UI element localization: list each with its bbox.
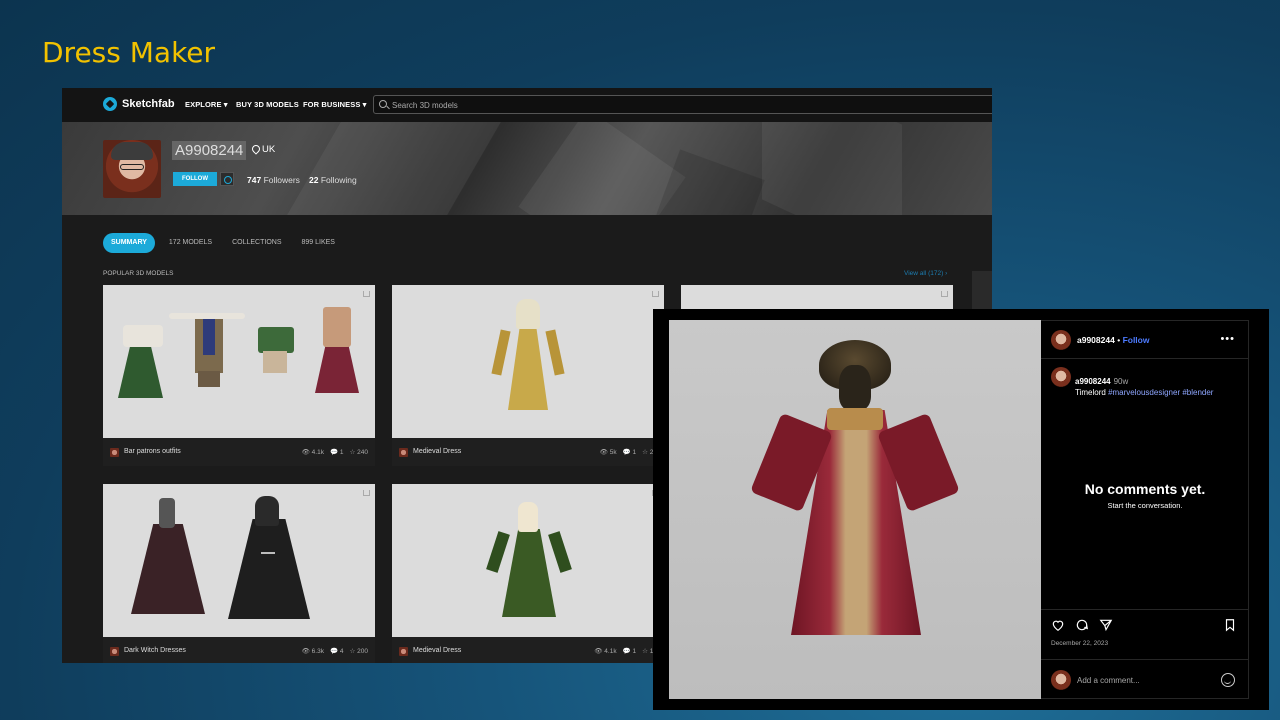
partial-sidebar-card	[972, 271, 992, 311]
model-stats: 👁 6.3k 💬 4 ☆ 200	[302, 647, 368, 655]
model-thumbnail[interactable]	[392, 484, 664, 637]
model-thumbnail[interactable]	[392, 285, 664, 438]
followers-count[interactable]: 747 Followers	[247, 175, 300, 185]
profile-location: UK	[252, 144, 275, 155]
author-avatar	[399, 448, 408, 457]
caption-username[interactable]: a9908244	[1075, 377, 1111, 386]
download-icon[interactable]	[363, 291, 370, 297]
model-card[interactable]: Medieval Dress 👁 5k 💬 1 ☆ 22	[392, 285, 664, 466]
more-options-icon[interactable]: •••	[1220, 333, 1235, 345]
model-card[interactable]: Dark Witch Dresses 👁 6.3k 💬 4 ☆ 200	[103, 484, 375, 663]
profile-banner	[62, 122, 992, 215]
location-pin-icon	[252, 145, 259, 154]
collar	[827, 408, 883, 430]
share-icon[interactable]	[1099, 618, 1113, 632]
slide-title: Dress Maker	[42, 36, 216, 69]
model-stats: 👁 4.1k 💬 1 ☆ 18	[594, 647, 657, 655]
comments-count: 💬 1	[622, 449, 637, 456]
views-count: 👁 6.3k	[301, 648, 324, 655]
add-comment-bar	[1041, 659, 1249, 700]
sketchfab-logo-text: Sketchfab	[122, 98, 175, 110]
tab-summary[interactable]: SUMMARY	[103, 233, 155, 253]
user-avatar[interactable]	[1051, 330, 1071, 350]
caption-text: Timelord	[1075, 388, 1106, 397]
comment-input[interactable]	[1077, 673, 1207, 687]
post-image[interactable]	[669, 320, 1041, 699]
model-name[interactable]: Bar patrons outfits	[124, 448, 181, 455]
no-comments-title: No comments yet.	[1084, 481, 1206, 497]
commenter-avatar	[1051, 670, 1071, 690]
helmet	[839, 365, 871, 410]
model-card[interactable]: Bar patrons outfits 👁 4.1k 💬 1 ☆ 240	[103, 285, 375, 466]
views-count: 👁 5k	[599, 449, 617, 456]
sketchfab-logo-icon	[103, 97, 117, 111]
model-name[interactable]: Medieval Dress	[413, 448, 461, 455]
profile-username: A9908244	[172, 141, 247, 160]
download-icon[interactable]	[363, 490, 370, 496]
sketchfab-navbar: Sketchfab EXPLORE ▾ BUY 3D MODELS FOR BU…	[62, 88, 992, 122]
post-side-panel: a9908244 • Follow ••• a9908244 90w Timelo…	[1041, 320, 1249, 699]
views-count: 👁 4.1k	[594, 648, 617, 655]
post-actions: December 22, 2023	[1041, 609, 1249, 659]
nav-buy-3d-models[interactable]: BUY 3D MODELS	[236, 100, 299, 109]
model-card[interactable]: Medieval Dress 👁 4.1k 💬 1 ☆ 18	[392, 484, 664, 663]
sketchfab-search-input[interactable]	[392, 98, 792, 112]
nav-explore[interactable]: EXPLORE ▾	[185, 100, 228, 109]
author-avatar	[399, 647, 408, 656]
profile-location-text: UK	[262, 144, 276, 155]
heart-icon[interactable]	[1051, 618, 1065, 632]
caption-avatar[interactable]	[1051, 367, 1071, 387]
model-stats: 👁 4.1k 💬 1 ☆ 240	[302, 448, 368, 456]
follow-button[interactable]: FOLLOW	[173, 172, 217, 186]
post-author: a9908244 • Follow	[1077, 335, 1150, 345]
following-count[interactable]: 22 Following	[309, 175, 357, 185]
model-stats: 👁 5k 💬 1 ☆ 22	[600, 448, 657, 456]
tab-collections[interactable]: COLLECTIONS	[226, 233, 287, 253]
follow-settings-icon[interactable]	[220, 172, 234, 186]
model-card-footer: Bar patrons outfits 👁 4.1k 💬 1 ☆ 240	[103, 438, 375, 466]
view-all-link[interactable]: View all (172) ›	[904, 270, 947, 277]
post-caption: a9908244 90w Timelord #marvelousdesigner …	[1075, 376, 1213, 398]
post-header: a9908244 • Follow •••	[1041, 321, 1249, 359]
post-author-name[interactable]: a9908244	[1077, 335, 1115, 345]
model-card-footer: Medieval Dress 👁 4.1k 💬 1 ☆ 18	[392, 637, 664, 663]
profile-tabs: SUMMARY 172 MODELS COLLECTIONS 899 LIKES	[103, 233, 341, 253]
model-thumbnail[interactable]	[103, 484, 375, 637]
author-avatar	[110, 647, 119, 656]
caption-hashtags[interactable]: #marvelousdesigner #blender	[1108, 388, 1213, 397]
comments-count: 💬 4	[329, 648, 344, 655]
views-count: 👁 4.1k	[301, 449, 324, 456]
no-comments-subtitle: Start the conversation.	[1107, 501, 1183, 510]
download-icon[interactable]	[941, 291, 948, 297]
model-name[interactable]: Dark Witch Dresses	[124, 647, 186, 654]
comment-icon[interactable]	[1075, 618, 1089, 632]
tab-models[interactable]: 172 MODELS	[163, 233, 218, 253]
model-name[interactable]: Medieval Dress	[413, 647, 461, 654]
download-icon[interactable]	[652, 291, 659, 297]
emoji-icon[interactable]	[1221, 673, 1235, 687]
caption-time: 90w	[1113, 377, 1129, 386]
model-card-footer: Dark Witch Dresses 👁 6.3k 💬 4 ☆ 200	[103, 637, 375, 663]
instagram-screenshot: a9908244 • Follow ••• a9908244 90w Timelo…	[653, 309, 1269, 710]
search-icon	[379, 100, 387, 108]
comments-count: 💬 1	[329, 449, 344, 456]
tab-likes[interactable]: 899 LIKES	[296, 233, 341, 253]
follow-link[interactable]: Follow	[1123, 335, 1150, 345]
popular-models-heading: POPULAR 3D MODELS	[103, 270, 174, 277]
profile-avatar[interactable]	[103, 140, 161, 198]
post-date: December 22, 2023	[1051, 640, 1109, 647]
model-thumbnail[interactable]	[103, 285, 375, 438]
comments-count: 💬 1	[622, 648, 637, 655]
author-avatar	[110, 448, 119, 457]
comments-empty-state: No comments yet. Start the conversation.	[1041, 481, 1249, 510]
likes-count: ☆ 240	[349, 449, 369, 456]
nav-for-business[interactable]: FOR BUSINESS ▾	[303, 100, 367, 109]
sketchfab-logo[interactable]: Sketchfab	[103, 97, 175, 111]
likes-count: ☆ 200	[349, 648, 369, 655]
bookmark-icon[interactable]	[1223, 618, 1237, 632]
sketchfab-search[interactable]	[373, 95, 992, 114]
model-card-footer: Medieval Dress 👁 5k 💬 1 ☆ 22	[392, 438, 664, 466]
